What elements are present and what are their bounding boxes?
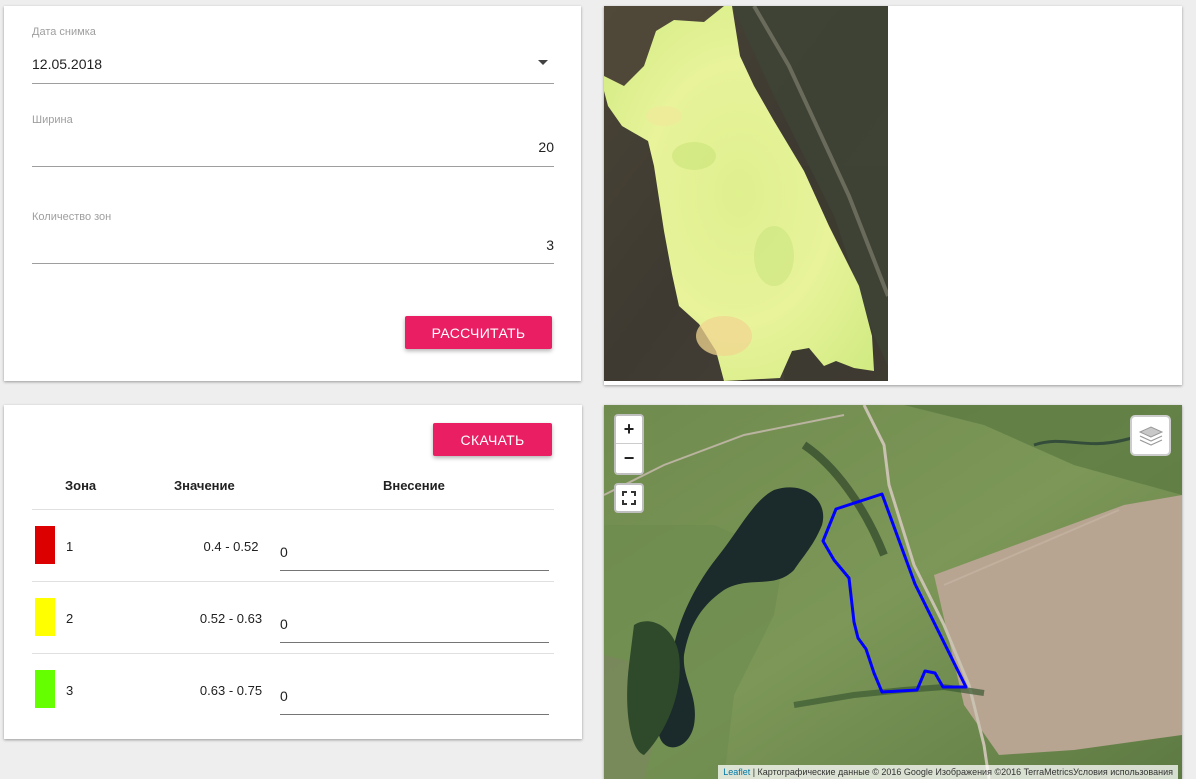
calculate-button[interactable]: РАССЧИТАТЬ [405, 316, 552, 349]
zone-value-range: 0.52 - 0.63 [199, 611, 263, 626]
zone-number: 1 [66, 539, 74, 554]
fullscreen-button[interactable] [614, 483, 644, 513]
column-header-application: Внесение [383, 478, 445, 493]
application-rate-input[interactable]: 0 [280, 679, 549, 715]
zone-count-value[interactable]: 3 [546, 237, 554, 253]
ndvi-field-image [604, 6, 890, 381]
zone-color-swatch [35, 526, 55, 564]
column-header-zone: Зона [65, 478, 97, 493]
width-label: Ширина [32, 114, 73, 126]
column-header-value: Значение [174, 478, 235, 493]
table-row: 2 0.52 - 0.63 0 [32, 582, 554, 654]
zone-value-range: 0.4 - 0.52 [203, 539, 259, 554]
width-value[interactable]: 20 [538, 139, 554, 155]
application-rate-input[interactable]: 0 [280, 535, 549, 571]
dropdown-arrow-icon[interactable] [538, 60, 548, 65]
zoom-control: + − [614, 414, 644, 475]
zone-number: 3 [66, 683, 74, 698]
zone-count-input[interactable]: Количество зон 3 [32, 167, 554, 264]
zoning-settings-card: Дата снимка 12.05.2018 Ширина 20 Количес… [4, 6, 581, 381]
zone-value-range: 0.63 - 0.75 [199, 683, 263, 698]
map-attribution: Leaflet | Картографические данные © 2016… [718, 765, 1178, 779]
zone-color-swatch [35, 670, 55, 708]
image-date-value: 12.05.2018 [32, 56, 103, 72]
fullscreen-icon [622, 491, 636, 505]
image-date-label: Дата снимка [32, 26, 96, 38]
zones-table-card: СКАЧАТЬ Зона Значение Внесение 1 0.4 - 0… [4, 405, 582, 739]
zone-color-swatch [35, 598, 55, 636]
download-button[interactable]: СКАЧАТЬ [433, 423, 552, 456]
layers-icon [1138, 425, 1163, 446]
layers-button[interactable] [1130, 415, 1171, 456]
ndvi-image-card [604, 6, 1182, 385]
zone-number: 2 [66, 611, 74, 626]
table-row: 3 0.63 - 0.75 0 [32, 654, 554, 726]
width-input[interactable]: Ширина 20 [32, 84, 554, 167]
zoom-in-button[interactable]: + [616, 416, 642, 444]
zone-count-label: Количество зон [32, 211, 112, 223]
application-rate-input[interactable]: 0 [280, 607, 549, 643]
leaflet-link[interactable]: Leaflet [723, 767, 750, 777]
satellite-map[interactable]: + − Leaflet | Картографические данные © … [604, 405, 1182, 779]
image-date-select[interactable]: Дата снимка 12.05.2018 [32, 6, 554, 84]
zoom-out-button[interactable]: − [616, 444, 642, 473]
attribution-text: | Картографические данные © 2016 Google … [750, 767, 1173, 777]
satellite-imagery[interactable] [604, 405, 1182, 779]
table-row: 1 0.4 - 0.52 0 [32, 510, 554, 582]
